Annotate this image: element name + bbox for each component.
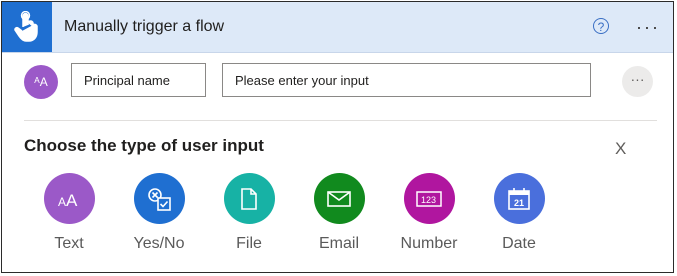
input-type-label: Text <box>54 235 84 252</box>
input-type-label: File <box>236 235 262 252</box>
input-type-number[interactable]: 123 Number <box>394 173 464 253</box>
input-type-title: Choose the type of user input <box>24 136 264 155</box>
input-prompt-field[interactable]: Please enter your input <box>222 63 591 97</box>
file-icon <box>223 173 275 224</box>
input-type-label: Date <box>502 235 536 252</box>
trigger-card: Manually trigger a flow ? ··· ᴬA Princip… <box>1 1 674 273</box>
email-icon <box>313 173 365 224</box>
input-type-label: Yes/No <box>133 235 185 252</box>
input-type-email[interactable]: Email <box>304 173 374 253</box>
svg-text:A: A <box>58 195 66 209</box>
more-options-icon[interactable]: ··· <box>636 17 660 38</box>
svg-text:A: A <box>66 191 78 209</box>
number-icon: 123 <box>403 173 455 224</box>
date-icon: 21 <box>493 173 545 224</box>
input-type-date[interactable]: 21 Date <box>484 173 554 253</box>
svg-text:123: 123 <box>421 195 436 205</box>
yes-no-icon <box>133 173 185 224</box>
text-icon: A A <box>43 173 95 224</box>
text-type-avatar-icon: ᴬA <box>24 65 58 99</box>
input-type-label: Number <box>400 235 458 252</box>
input-type-label: Email <box>318 235 359 252</box>
input-name-field[interactable]: Principal name <box>71 63 206 97</box>
help-icon[interactable]: ? <box>593 18 609 34</box>
input-more-options-icon[interactable]: ··· <box>622 66 653 97</box>
date-icon-number: 21 <box>514 198 524 208</box>
input-type-yes-no[interactable]: Yes/No <box>124 173 194 253</box>
input-type-text[interactable]: A A Text <box>34 173 104 253</box>
close-icon[interactable]: X <box>615 139 626 159</box>
avatar-text: ᴬA <box>34 75 48 89</box>
input-type-file[interactable]: File <box>214 173 284 253</box>
divider <box>24 120 657 121</box>
trigger-hand-icon <box>2 2 52 52</box>
card-title: Manually trigger a flow <box>64 18 225 35</box>
card-header[interactable]: Manually trigger a flow ? ··· <box>2 2 673 53</box>
